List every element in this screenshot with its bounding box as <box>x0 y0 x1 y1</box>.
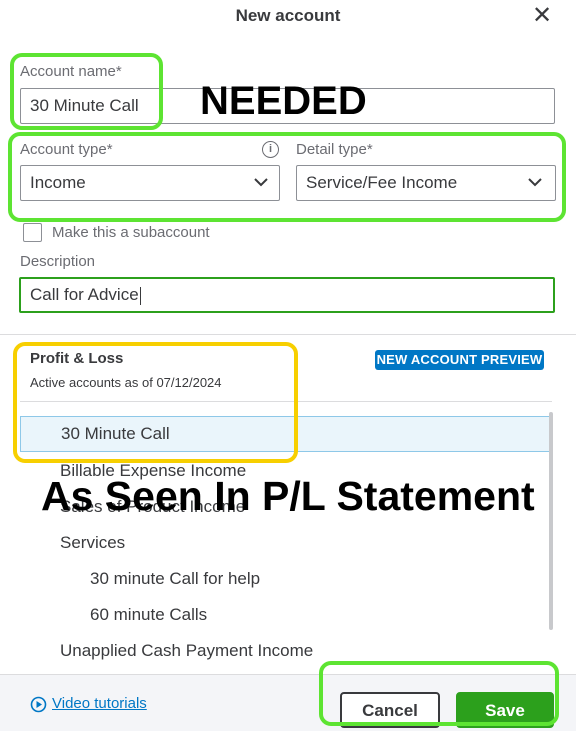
preview-divider <box>20 401 552 402</box>
annotation-needed: NEEDED <box>200 79 367 123</box>
account-type-label: Account type* <box>20 141 113 158</box>
detail-type-label: Detail type* <box>296 141 373 158</box>
preview-subtitle: Active accounts as of 07/12/2024 <box>30 375 222 390</box>
preview-title: Profit & Loss <box>30 350 124 367</box>
text-cursor <box>139 286 141 305</box>
new-account-preview-badge: NEW ACCOUNT PREVIEW <box>375 350 544 370</box>
preview-scrollbar[interactable] <box>549 412 553 630</box>
description-label: Description <box>20 253 96 270</box>
chevron-down-icon <box>528 178 542 187</box>
chevron-down-icon <box>254 178 268 187</box>
close-icon[interactable]: ✕ <box>528 2 556 30</box>
subaccount-label: Make this a subaccount <box>52 224 210 241</box>
section-divider <box>0 334 576 335</box>
list-item: 30 Minute Call <box>20 416 552 452</box>
play-circle-icon[interactable] <box>30 696 47 713</box>
description-input[interactable]: Call for Advice <box>19 277 555 313</box>
account-type-value: Income <box>30 173 86 192</box>
list-item: 30 minute Call for help <box>90 569 261 588</box>
cancel-button[interactable]: Cancel <box>340 692 440 728</box>
dialog-title: New account <box>235 6 341 25</box>
account-type-select[interactable]: Income <box>20 165 280 201</box>
save-button[interactable]: Save <box>456 692 554 728</box>
info-icon[interactable]: i <box>262 141 279 158</box>
account-name-label: Account name* <box>20 63 122 80</box>
list-item: Services <box>60 533 126 552</box>
annotation-statement: As Seen In P/L Statement <box>41 473 535 519</box>
detail-type-value: Service/Fee Income <box>306 173 458 192</box>
list-item: Unapplied Cash Payment Income <box>60 641 314 660</box>
video-tutorials-link[interactable]: Video tutorials <box>52 695 147 712</box>
subaccount-checkbox[interactable] <box>23 223 42 242</box>
description-value: Call for Advice <box>30 285 139 304</box>
detail-type-select[interactable]: Service/Fee Income <box>296 165 556 201</box>
list-item: 60 minute Calls <box>90 605 208 624</box>
